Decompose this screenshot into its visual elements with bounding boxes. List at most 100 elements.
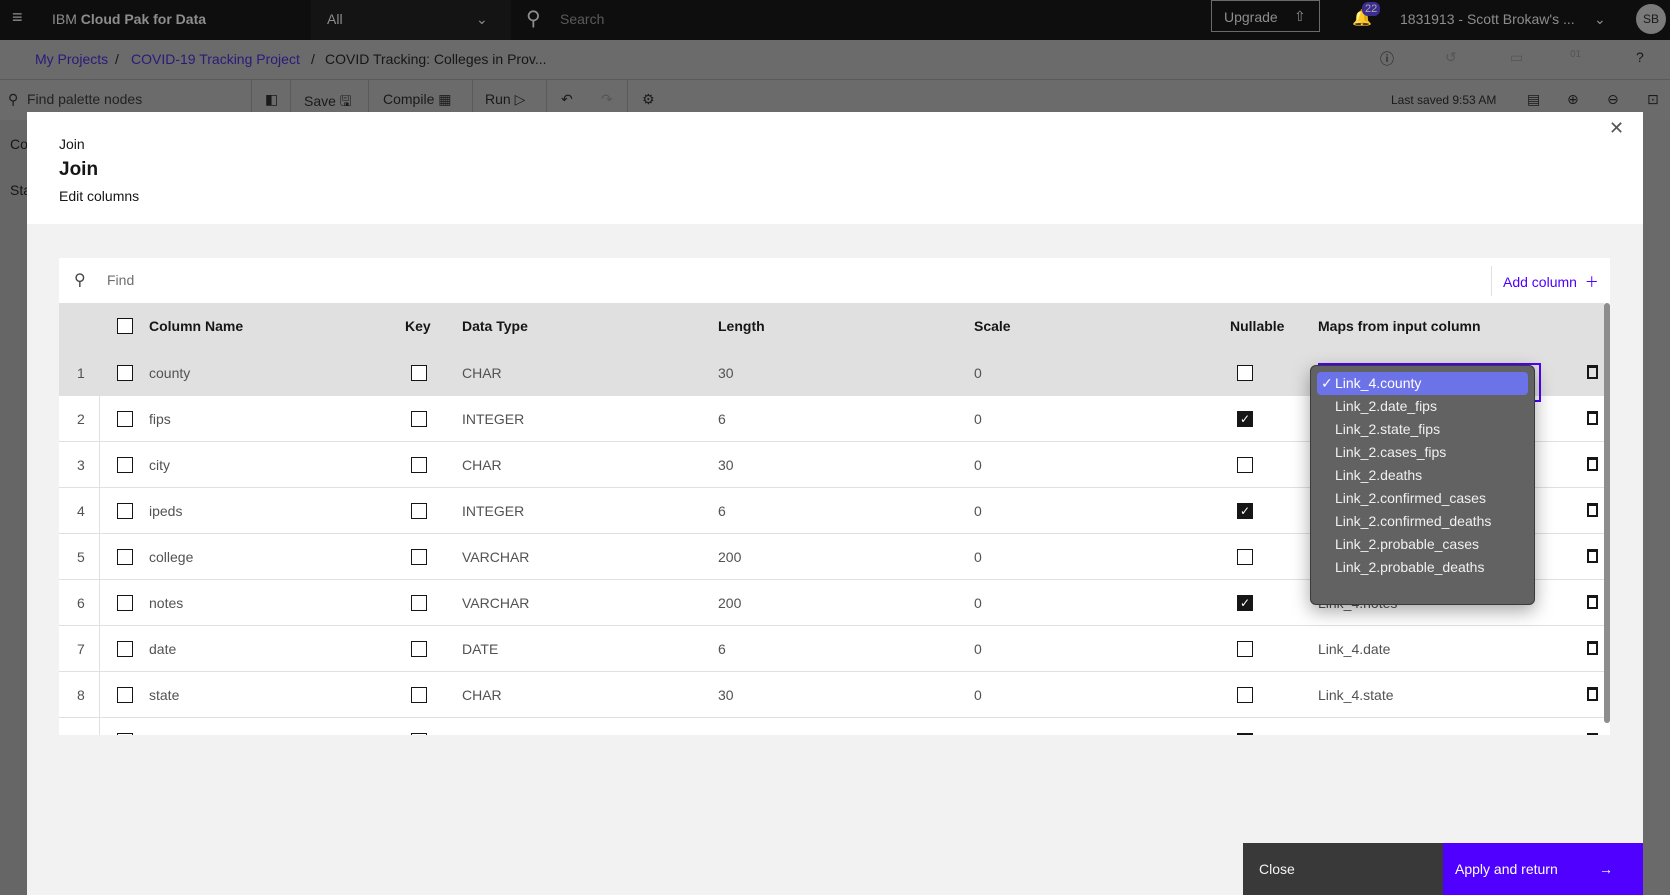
key-checkbox[interactable]	[411, 595, 427, 611]
nullable-checkbox[interactable]: ✓	[1237, 503, 1253, 519]
toggle-palette-icon[interactable]: ◧	[265, 91, 278, 108]
column-name-cell[interactable]: college	[149, 549, 193, 565]
dropdown-option[interactable]: Link_2.probable_cases	[1317, 533, 1528, 556]
data-type-cell[interactable]: INTEGER	[462, 411, 524, 427]
data-type-cell[interactable]: VARCHAR	[462, 595, 529, 611]
dropdown-option[interactable]: ✓ Link_4.county	[1317, 372, 1528, 395]
scale-cell[interactable]: 0	[974, 411, 982, 427]
scale-cell[interactable]: 0	[974, 549, 982, 565]
row-select-checkbox[interactable]	[117, 365, 133, 381]
key-checkbox[interactable]	[411, 457, 427, 473]
length-cell[interactable]: 6	[718, 411, 726, 427]
comment-icon[interactable]: ▭	[1510, 49, 1523, 66]
data-type-cell[interactable]: CHAR	[462, 365, 502, 381]
data-type-cell[interactable]: INTEGER	[462, 503, 524, 519]
nullable-checkbox[interactable]	[1237, 457, 1253, 473]
maps-from-cell[interactable]: Link_4.date	[1318, 641, 1390, 657]
header-key[interactable]: Key	[405, 318, 431, 334]
nullable-checkbox[interactable]: ✓	[1237, 595, 1253, 611]
length-cell[interactable]: 6	[718, 641, 726, 657]
data-type-cell[interactable]: VARCHAR	[462, 549, 529, 565]
length-cell[interactable]: 30	[718, 457, 734, 473]
scale-cell[interactable]: 0	[974, 641, 982, 657]
search-input[interactable]: Search	[560, 11, 604, 27]
scale-cell[interactable]: 0	[974, 733, 982, 735]
length-cell[interactable]: 30	[718, 687, 734, 703]
key-checkbox[interactable]	[411, 733, 427, 735]
key-checkbox[interactable]	[411, 411, 427, 427]
column-search-input[interactable]: Find	[107, 272, 134, 288]
row-select-checkbox[interactable]	[117, 457, 133, 473]
zoom-in-icon[interactable]: ⊕	[1567, 91, 1579, 108]
scale-cell[interactable]: 0	[974, 595, 982, 611]
dropdown-option[interactable]: Link_2.cases_fips	[1317, 441, 1528, 464]
key-checkbox[interactable]	[411, 549, 427, 565]
zoom-out-icon[interactable]: ⊖	[1607, 91, 1619, 108]
row-select-checkbox[interactable]	[117, 687, 133, 703]
redo-icon[interactable]: ↷	[601, 91, 613, 108]
dropdown-option[interactable]: Link_2.probable_deaths	[1317, 556, 1528, 579]
close-button[interactable]: Close	[1243, 843, 1443, 895]
undo-icon[interactable]: ↶	[561, 91, 573, 108]
key-checkbox[interactable]	[411, 641, 427, 657]
trash-icon[interactable]	[1587, 457, 1598, 471]
data-type-cell[interactable]: INTEGER	[462, 733, 524, 735]
settings-icon[interactable]: ⚙	[642, 91, 655, 108]
trash-icon[interactable]	[1587, 411, 1598, 425]
compile-button[interactable]: Compile ▦	[383, 91, 451, 108]
history-icon[interactable]: ↺	[1445, 49, 1457, 66]
column-name-cell[interactable]: county	[149, 365, 190, 381]
run-button[interactable]: Run ▷	[485, 91, 525, 108]
upgrade-button[interactable]: Upgrade ⇧	[1211, 0, 1320, 32]
key-checkbox[interactable]	[411, 687, 427, 703]
trash-icon[interactable]	[1587, 503, 1598, 517]
avatar[interactable]: SB	[1636, 4, 1666, 34]
row-select-checkbox[interactable]	[117, 503, 133, 519]
scale-cell[interactable]: 0	[974, 687, 982, 703]
length-cell[interactable]: 200	[718, 595, 741, 611]
length-cell[interactable]: 200	[718, 549, 741, 565]
fit-icon[interactable]: ⊡	[1647, 91, 1659, 108]
trash-icon[interactable]	[1587, 365, 1598, 379]
nullable-checkbox[interactable]	[1237, 365, 1253, 381]
header-length[interactable]: Length	[718, 318, 765, 334]
apply-and-return-button[interactable]: Apply and return →	[1443, 843, 1643, 895]
length-cell[interactable]: 30	[718, 365, 734, 381]
column-name-cell[interactable]: state	[149, 687, 179, 703]
nullable-checkbox[interactable]: ✓	[1237, 733, 1253, 735]
maps-from-cell[interactable]: Link_4.cases	[1318, 733, 1400, 735]
dropdown-option[interactable]: Link_2.state_fips	[1317, 418, 1528, 441]
maps-from-cell[interactable]: Link_4.state	[1318, 687, 1394, 703]
info-icon[interactable]: ⓘ	[1380, 49, 1394, 69]
length-cell[interactable]: 6	[718, 733, 726, 735]
data-type-cell[interactable]: CHAR	[462, 687, 502, 703]
panel-icon[interactable]: ▤	[1527, 91, 1540, 108]
scale-cell[interactable]: 0	[974, 457, 982, 473]
trash-icon[interactable]	[1587, 641, 1598, 655]
dropdown-option[interactable]: Link_2.confirmed_deaths	[1317, 510, 1528, 533]
trash-icon[interactable]	[1587, 687, 1598, 701]
header-maps-from[interactable]: Maps from input column	[1318, 318, 1481, 334]
trash-icon[interactable]	[1587, 733, 1598, 735]
header-scale[interactable]: Scale	[974, 318, 1011, 334]
scale-cell[interactable]: 0	[974, 503, 982, 519]
key-checkbox[interactable]	[411, 365, 427, 381]
header-data-type[interactable]: Data Type	[462, 318, 528, 334]
row-select-checkbox[interactable]	[117, 549, 133, 565]
help-icon[interactable]: ?	[1636, 49, 1644, 65]
data-type-cell[interactable]: CHAR	[462, 457, 502, 473]
header-column-name[interactable]: Column Name	[149, 318, 243, 334]
trash-icon[interactable]	[1587, 549, 1598, 563]
dropdown-option[interactable]: Link_2.deaths	[1317, 464, 1528, 487]
menu-icon[interactable]: ≡	[12, 7, 23, 28]
breadcrumb-my-projects[interactable]: My Projects	[35, 51, 108, 67]
nullable-checkbox[interactable]: ✓	[1237, 411, 1253, 427]
select-all-checkbox[interactable]	[117, 318, 133, 334]
column-name-cell[interactable]: cases	[149, 733, 186, 735]
palette-search-input[interactable]: Find palette nodes	[27, 91, 142, 107]
dropdown-option[interactable]: Link_2.confirmed_cases	[1317, 487, 1528, 510]
dropdown-option[interactable]: Link_2.date_fips	[1317, 395, 1528, 418]
nullable-checkbox[interactable]	[1237, 641, 1253, 657]
scope-select[interactable]: All ⌄	[311, 0, 511, 40]
scale-cell[interactable]: 0	[974, 365, 982, 381]
